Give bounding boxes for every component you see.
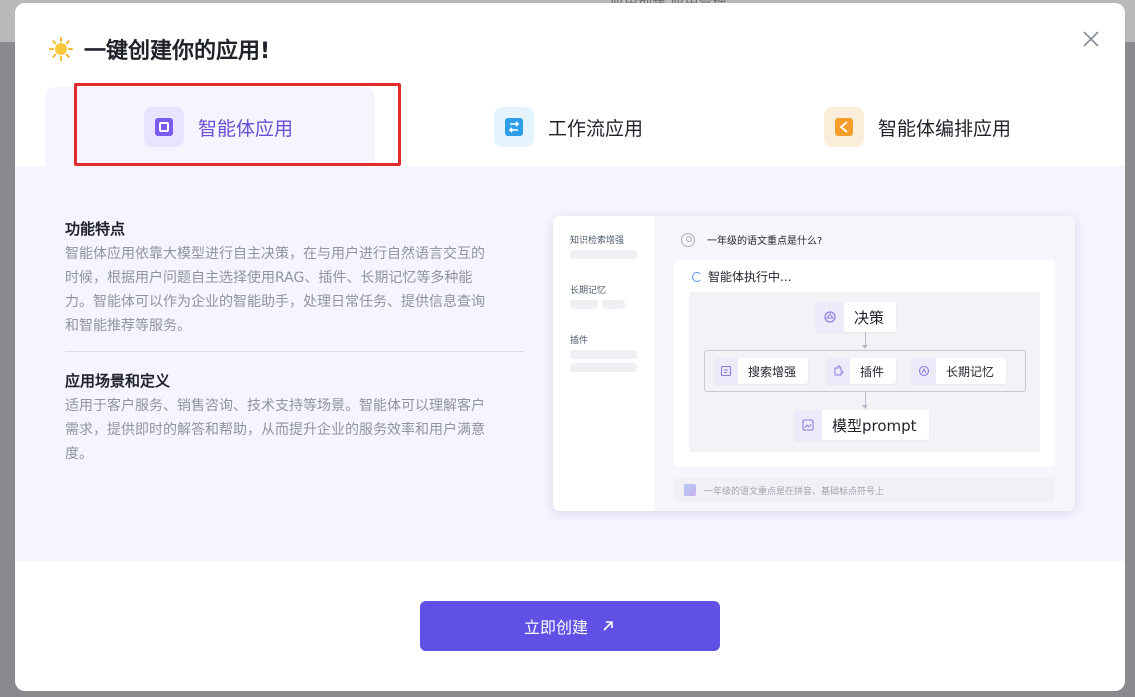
flow-connector: [865, 392, 866, 406]
search-enhance-icon: [714, 358, 738, 384]
model-prompt-icon: [794, 410, 822, 440]
scenarios-description: 适用于客户服务、销售咨询、技术支持等场景。智能体可以理解客户 需求，提供即时的解…: [65, 394, 535, 466]
orchestration-app-icon: [824, 107, 864, 147]
section-divider: [65, 351, 523, 352]
tab-agent-app[interactable]: 智能体应用: [45, 87, 375, 167]
tab-workflow-app-label: 工作流应用: [548, 117, 644, 140]
ai-avatar-icon: [684, 484, 696, 496]
scenarios-title: 应用场景和定义: [65, 372, 171, 390]
preview-answer: 一年级的语文重点是在拼音、基础标点符号上: [674, 478, 1055, 502]
modal-header: 一键创建你的应用!: [48, 33, 270, 65]
preview-answer-text: 一年级的语文重点是在拼音、基础标点符号上: [704, 486, 885, 497]
memory-icon: [912, 358, 936, 384]
placeholder-bar: [570, 363, 637, 372]
plugin-icon: [826, 358, 850, 384]
arrow-up-right-icon: [603, 621, 613, 631]
workflow-app-icon: [494, 107, 534, 147]
scenarios-line: 度。: [65, 446, 93, 462]
preview-sidebar: 知识检索增强 长期记忆 插件: [553, 216, 654, 511]
node-search-label: 搜索增强: [748, 364, 797, 379]
features-line: 和智能推荐等服务。: [65, 318, 191, 334]
create-app-modal: 一键创建你的应用! 智能体应用 工作流应用 智能体编排应用 功能特点 智能体应用…: [15, 3, 1125, 691]
app-type-tabs: 智能体应用 工作流应用 智能体编排应用: [45, 87, 1125, 167]
scenarios-line: 适用于客户服务、销售咨询、技术支持等场景。智能体可以理解客户: [65, 398, 485, 414]
preview-flow-diagram: 决策 搜索增强 插件 长期记忆 模型prompt: [689, 292, 1040, 452]
placeholder-bar: [602, 300, 625, 309]
create-now-button[interactable]: 立即创建: [420, 601, 720, 651]
tab-workflow-app[interactable]: 工作流应用: [494, 87, 643, 167]
preview-executing-text: 智能体执行中...: [708, 270, 792, 284]
user-icon: [681, 232, 695, 247]
node-decision-label: 决策: [854, 308, 885, 327]
tab-agent-app-label: 智能体应用: [198, 117, 294, 140]
preview-executing-status: 智能体执行中...: [692, 268, 791, 285]
features-line: 力。智能体可以作为企业的智能助手，处理日常任务、提供信息查询: [65, 294, 485, 310]
node-search: 搜索增强: [714, 358, 809, 384]
tab-orchestration-app[interactable]: 智能体编排应用: [824, 87, 1011, 167]
preview-chat-area: 一年级的语文重点是什么? 智能体执行中... 决策 搜索增强 插件 长期记忆 模…: [654, 216, 1075, 511]
features-line: 智能体应用依靠大模型进行自主决策，在与用户进行自然语言交互的: [65, 246, 485, 262]
preview-sidebar-label: 长期记忆: [570, 286, 607, 296]
preview-question: 一年级的语文重点是什么?: [681, 232, 822, 247]
node-model-prompt-label: 模型prompt: [832, 416, 917, 435]
modal-title: 一键创建你的应用!: [84, 39, 271, 64]
node-model-prompt: 模型prompt: [794, 410, 929, 440]
agent-app-icon: [144, 107, 184, 147]
placeholder-bar: [570, 300, 598, 309]
loading-icon: [692, 271, 702, 282]
flow-arrow: [862, 405, 868, 409]
features-line: 时候，根据用户问题自主选择使用RAG、插件、长期记忆等多种能: [65, 270, 473, 286]
close-icon: [1083, 31, 1099, 47]
node-plugin-label: 插件: [860, 364, 885, 379]
decision-icon: [816, 302, 844, 332]
node-memory: 长期记忆: [912, 358, 1007, 384]
preview-sidebar-label: 知识检索增强: [570, 236, 625, 246]
close-button[interactable]: [1079, 27, 1103, 51]
preview-execution-card: 智能体执行中... 决策 搜索增强 插件 长期记忆 模型prompt: [674, 260, 1055, 467]
preview-question-text: 一年级的语文重点是什么?: [707, 236, 823, 247]
tab-content-panel: 功能特点 智能体应用依靠大模型进行自主决策，在与用户进行自然语言交互的 时候，根…: [15, 166, 1125, 561]
flow-connector: [865, 332, 866, 346]
create-now-label: 立即创建: [523, 618, 588, 637]
node-decision: 决策: [816, 302, 897, 332]
sun-icon: [48, 36, 74, 62]
node-plugin: 插件: [826, 358, 897, 384]
placeholder-bar: [570, 350, 637, 359]
agent-preview-illustration: 知识检索增强 长期记忆 插件 一年级的语文重点是什么? 智能体执行中... 决策…: [553, 216, 1075, 511]
scenarios-line: 需求，提供即时的解答和帮助，从而提升企业的服务效率和用户满意: [65, 422, 485, 438]
features-description: 智能体应用依靠大模型进行自主决策，在与用户进行自然语言交互的 时候，根据用户问题…: [65, 242, 535, 338]
tab-orchestration-app-label: 智能体编排应用: [878, 117, 1012, 140]
placeholder-bar: [570, 250, 637, 259]
features-title: 功能特点: [65, 220, 126, 238]
node-memory-label: 长期记忆: [946, 364, 995, 379]
flow-arrow: [862, 345, 868, 349]
preview-sidebar-label: 插件: [570, 336, 589, 346]
